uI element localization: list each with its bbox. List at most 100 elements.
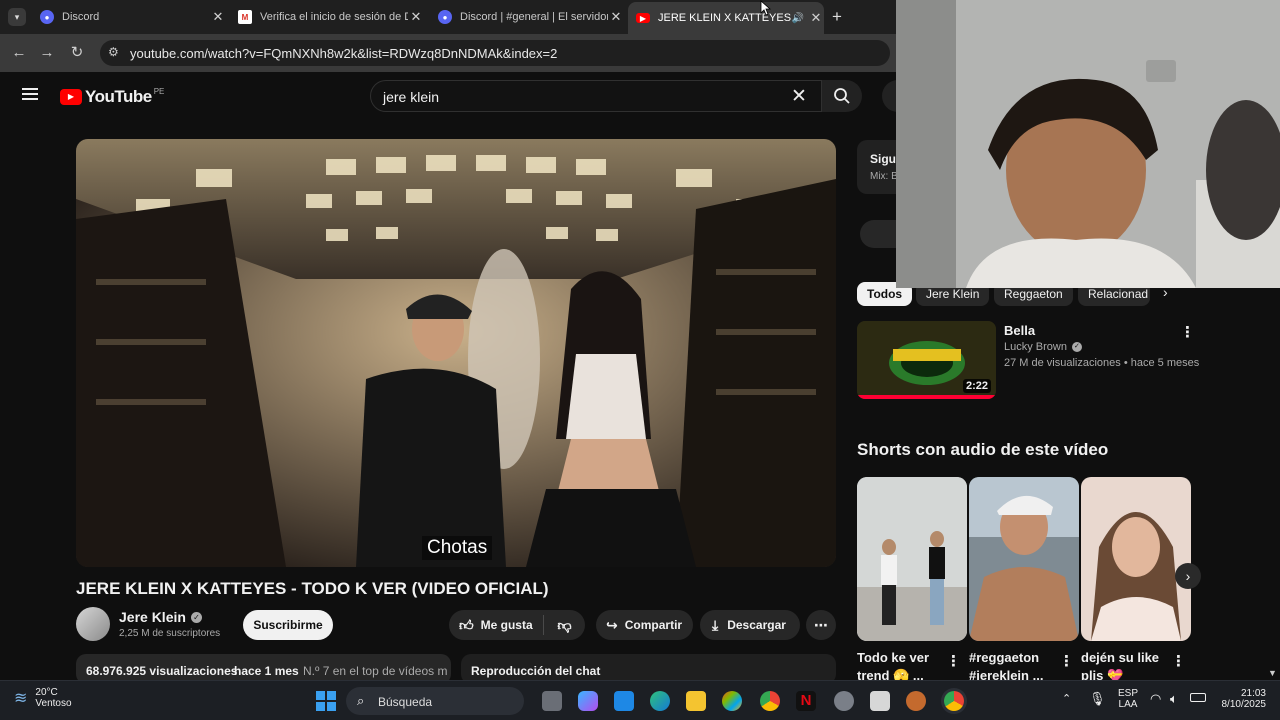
search-icon — [834, 88, 850, 104]
close-icon[interactable]: ✕ — [408, 9, 424, 25]
chrome-icon[interactable] — [760, 691, 780, 711]
youtube-logo-text: YouTube — [85, 87, 152, 106]
search-input[interactable]: jere klein ✕ — [370, 80, 822, 112]
like-button[interactable]: 👍︎ Me gusta — [449, 617, 543, 634]
site-info-icon[interactable]: ⚙ — [108, 45, 119, 59]
short-thumbnail-3[interactable] — [1081, 477, 1191, 641]
clear-search-icon[interactable]: ✕ — [791, 85, 807, 108]
tab-discord-general[interactable]: ● Discord | #general | El servidor ✕ — [430, 4, 624, 30]
short-menu-icon[interactable]: ⋮ — [1171, 652, 1186, 670]
windows-icon — [316, 691, 325, 700]
short-thumbnail-1[interactable] — [857, 477, 967, 641]
wind-icon: ≋ — [14, 690, 28, 707]
back-button[interactable]: ← — [10, 44, 28, 62]
address-bar[interactable]: ⚙ youtube.com/watch?v=FQmNXNh8w2k&list=R… — [100, 40, 890, 66]
tab-gmail[interactable]: M Verifica el inicio de sesión de D ✕ — [230, 4, 424, 30]
weather-desc: Ventoso — [35, 698, 72, 709]
share-icon: ↪ — [606, 616, 618, 633]
rec-thumbnail[interactable]: 2:22 — [857, 321, 996, 399]
short-thumbnail-2[interactable] — [969, 477, 1079, 641]
rec-title[interactable]: Bella — [1004, 323, 1035, 338]
download-button[interactable]: ⤓ Descargar — [700, 610, 800, 640]
reload-button[interactable]: ↻ — [68, 44, 86, 62]
webcam-overlay — [896, 0, 1280, 288]
gmail-icon: M — [238, 10, 252, 24]
tab-discord[interactable]: ● Discord ✕ — [32, 4, 226, 30]
close-icon[interactable]: ✕ — [608, 9, 624, 25]
channel-name-row: Jere Klein ✓ — [119, 609, 202, 625]
rec-channel[interactable]: Lucky Brown — [1004, 341, 1067, 353]
clock-date: 8/10/2025 — [1221, 699, 1267, 710]
discord-icon: ● — [40, 10, 54, 24]
search-value: jere klein — [383, 89, 440, 105]
youtube-header: ▶ YouTube PE jere klein ✕ — [0, 72, 914, 122]
close-icon[interactable]: ✕ — [808, 10, 824, 26]
forward-button[interactable]: → — [38, 44, 56, 62]
settings-icon[interactable] — [834, 691, 854, 711]
tray-overflow-icon[interactable]: ⌃ — [1062, 692, 1071, 705]
scroll-down-arrow[interactable]: ▼ — [1268, 668, 1277, 678]
video-title: JERE KLEIN X KATTEYES - TODO K VER (VIDE… — [76, 579, 549, 598]
dislike-button[interactable]: 👎︎ — [544, 617, 585, 634]
speaker-icon[interactable]: 🔊 — [792, 13, 804, 24]
like-label: Me gusta — [480, 618, 533, 632]
clock[interactable]: 21:03 8/10/2025 — [1214, 688, 1267, 710]
shorts-header: Shorts con audio de este vídeo — [857, 440, 1109, 459]
view-count: 68.976.925 visualizaciones — [86, 664, 238, 678]
webcam-feed — [896, 0, 1280, 288]
mix-title: Sigui — [870, 152, 900, 166]
chrome-active-icon[interactable] — [944, 691, 964, 711]
microphone-icon[interactable]: 🎙︎ — [1089, 691, 1106, 707]
menu-icon[interactable] — [22, 88, 38, 100]
rec-channel-row: Lucky Brown ✓ — [1004, 341, 1082, 353]
share-button[interactable]: ↪ Compartir — [596, 610, 693, 640]
download-label: Descargar — [727, 618, 786, 632]
app-icon-clipboard[interactable] — [870, 691, 890, 711]
rec-duration: 2:22 — [962, 379, 991, 393]
rec-menu-icon[interactable]: ⋮ — [1180, 323, 1195, 341]
battery-icon[interactable] — [1190, 693, 1206, 702]
share-label: Compartir — [624, 618, 683, 632]
volume-icon[interactable]: 🔈︎ — [1170, 691, 1178, 707]
mix-subtitle: Mix: B — [870, 171, 898, 182]
tab-title: Discord | #general | El servidor — [460, 11, 608, 23]
search-button[interactable] — [822, 80, 862, 112]
tab-youtube-active[interactable]: ▶ JERE KLEIN X KATTEYES - TO 🔊 ✕ — [628, 2, 824, 34]
edge-icon[interactable] — [650, 691, 670, 711]
video-player[interactable] — [76, 139, 836, 567]
task-view-icon[interactable] — [542, 691, 562, 711]
mail-icon[interactable] — [614, 691, 634, 711]
channel-avatar[interactable] — [76, 607, 110, 641]
verified-icon: ✓ — [190, 611, 202, 623]
weather-widget[interactable]: ≋ 20°C Ventoso — [14, 687, 72, 709]
subscribe-button[interactable]: Suscribirme — [243, 610, 333, 640]
more-actions-button[interactable]: ⋯ — [806, 610, 836, 640]
copilot-icon[interactable] — [578, 691, 598, 711]
channel-name[interactable]: Jere Klein — [119, 609, 186, 625]
youtube-icon: ▶ — [636, 13, 650, 23]
language-indicator[interactable]: ESP LAA — [1118, 688, 1138, 710]
start-button[interactable] — [316, 691, 336, 711]
cursor-arrow-icon — [760, 0, 772, 16]
tab-title: Verifica el inicio de sesión de D — [260, 11, 408, 23]
weather-temp: 20°C — [35, 687, 58, 698]
netflix-icon[interactable]: N — [796, 691, 816, 711]
short-menu-icon[interactable]: ⋮ — [1059, 652, 1074, 670]
app-icon-game[interactable] — [906, 691, 926, 711]
close-icon[interactable]: ✕ — [210, 9, 226, 25]
upload-age: hace 1 mes — [234, 664, 299, 678]
video-frame — [76, 139, 836, 567]
short-menu-icon[interactable]: ⋮ — [946, 652, 961, 670]
discord-icon: ● — [438, 10, 452, 24]
photos-icon[interactable] — [722, 691, 742, 711]
wifi-icon[interactable]: ◠ — [1150, 691, 1161, 707]
shorts-next-button[interactable]: › — [1175, 563, 1201, 589]
file-explorer-icon[interactable] — [686, 691, 706, 711]
url-text: youtube.com/watch?v=FQmNXNh8w2k&list=RDW… — [130, 46, 558, 61]
region-label: PE — [153, 86, 165, 96]
chat-replay-label: Reproducción del chat — [471, 664, 601, 678]
tab-search-dropdown[interactable]: ▾ — [8, 8, 26, 26]
youtube-logo[interactable]: ▶ YouTube PE — [60, 87, 164, 107]
taskbar-search[interactable]: ⌕ Búsqueda — [346, 687, 524, 715]
new-tab-button[interactable]: + — [832, 7, 846, 26]
